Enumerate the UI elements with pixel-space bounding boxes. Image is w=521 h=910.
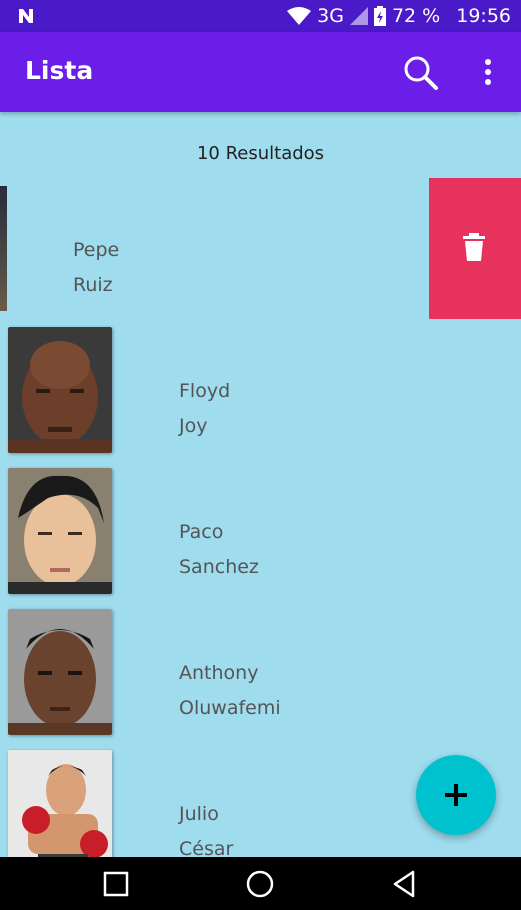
page-title: Lista	[25, 56, 94, 85]
add-button[interactable]	[416, 755, 496, 835]
clock: 19:56	[456, 5, 511, 27]
back-triangle-icon[interactable]	[388, 867, 422, 901]
results-count: 10 Resultados	[196, 143, 325, 164]
battery-level: 72 %	[391, 5, 441, 27]
first-name: Paco	[179, 521, 224, 543]
signal-icon	[349, 7, 368, 25]
notification-n-icon	[19, 9, 33, 23]
navigation-bar	[0, 857, 521, 910]
network-type: 3G	[317, 5, 344, 27]
list-item[interactable]: Anthony Oluwafemi	[0, 601, 521, 742]
avatar	[8, 468, 112, 594]
avatar	[0, 186, 7, 311]
last-name: Sanchez	[179, 556, 259, 578]
list-item[interactable]: Paco Sanchez	[0, 460, 521, 601]
avatar	[8, 327, 112, 453]
wifi-icon	[287, 7, 312, 25]
home-circle-icon[interactable]	[243, 867, 277, 901]
status-bar: 3G 72 % 19:56	[0, 0, 521, 32]
last-name: Oluwafemi	[179, 697, 281, 719]
search-icon[interactable]	[402, 54, 440, 92]
delete-swipe-button[interactable]	[429, 178, 521, 319]
first-name: Pepe	[73, 239, 120, 261]
first-name: Floyd	[179, 380, 231, 402]
last-name: Joy	[179, 415, 208, 437]
battery-charging-icon	[373, 6, 386, 26]
app-bar: Lista	[0, 32, 521, 112]
last-name: Ruiz	[73, 274, 113, 296]
recents-square-icon[interactable]	[99, 867, 133, 901]
avatar	[8, 609, 112, 735]
more-vert-icon[interactable]	[474, 56, 502, 88]
list-item[interactable]: Floyd Joy	[0, 319, 521, 460]
first-name: Anthony	[179, 662, 259, 684]
plus-icon	[445, 784, 467, 806]
first-name: Julio	[179, 803, 219, 825]
trash-icon	[463, 233, 485, 261]
